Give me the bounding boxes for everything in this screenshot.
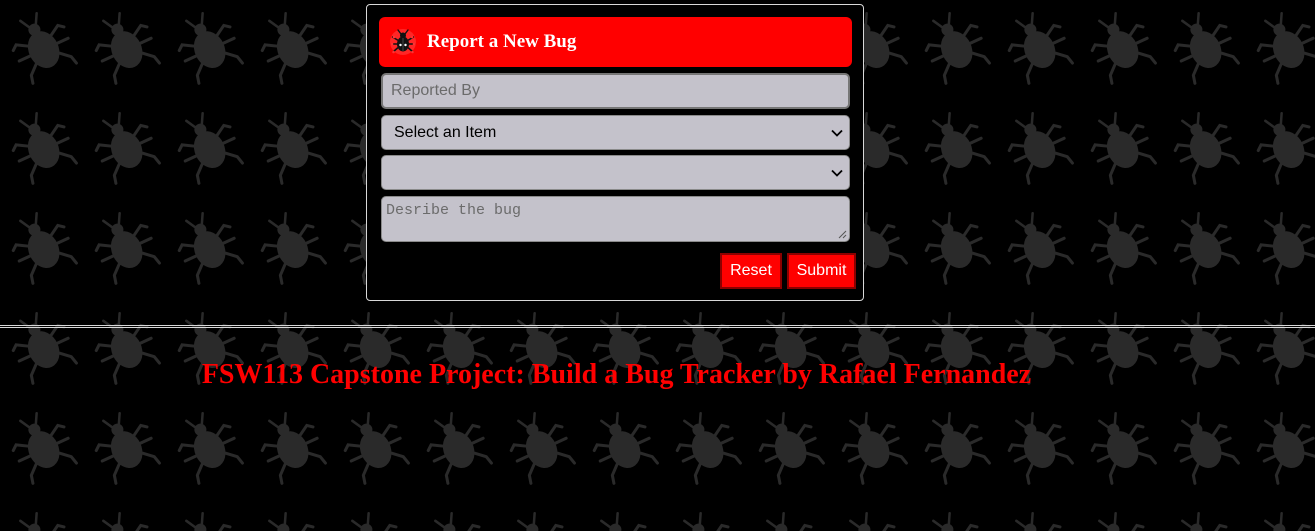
secondary-select[interactable]: [381, 155, 850, 190]
item-select-value: Select an Item: [394, 123, 497, 141]
reset-button[interactable]: Reset: [720, 253, 782, 289]
item-select[interactable]: Select an Item: [381, 115, 850, 150]
chevron-down-icon: [831, 169, 843, 177]
reported-by-placeholder: Reported By: [391, 82, 480, 99]
submit-button[interactable]: Submit: [787, 253, 856, 289]
reported-by-input[interactable]: Reported By: [381, 73, 850, 109]
description-placeholder: Desribe the bug: [386, 202, 522, 219]
project-title: FSW113 Capstone Project: Build a Bug Tra…: [201, 359, 1032, 390]
form-title: Report a New Bug: [427, 31, 577, 52]
bug-report-form: Report a New Bug Reported By Select an I…: [366, 4, 864, 301]
resize-handle-icon[interactable]: [838, 230, 847, 239]
horizontal-divider: [0, 325, 1315, 328]
chevron-down-icon: [831, 129, 843, 137]
bug-description-textarea[interactable]: Desribe the bug: [381, 196, 850, 242]
bug-icon: [389, 28, 417, 56]
form-header: Report a New Bug: [379, 17, 852, 67]
